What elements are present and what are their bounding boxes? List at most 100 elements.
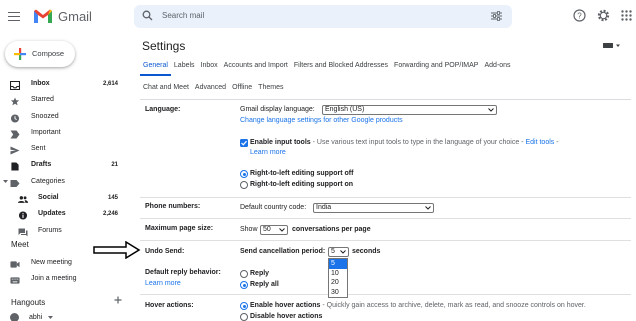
tab-chat-meet[interactable]: Chat and Meet [140, 84, 192, 96]
hover-disable-label: Disable hover actions [250, 313, 323, 320]
sidebar-item-drafts[interactable]: Drafts 21 [0, 158, 124, 174]
tab-labels[interactable]: Labels [171, 62, 198, 76]
sidebar-item-label: Forums [38, 226, 62, 234]
search-input[interactable]: Search mail [162, 11, 204, 20]
language-label: Language: [145, 106, 181, 113]
tab-filters[interactable]: Filters and Blocked Addresses [291, 62, 391, 76]
hover-enable-radio[interactable] [240, 302, 248, 310]
change-language-link[interactable]: Change language settings for other Googl… [240, 117, 403, 124]
search-icon[interactable] [142, 10, 153, 21]
join-meeting-item[interactable]: Join a meeting [0, 272, 124, 288]
tab-forwarding[interactable]: Forwarding and POP/IMAP [391, 62, 481, 76]
meet-heading: Meet [11, 240, 29, 249]
hover-enable-desc: - Quickly gain access to archive, delete… [322, 302, 586, 309]
settings-tabs-row2: Chat and Meet Advanced Offline Themes [140, 84, 286, 96]
cancellation-period-label: Send cancellation period: [240, 248, 326, 255]
sidebar-item-sent[interactable]: Sent [0, 142, 124, 158]
input-tools-learn-more-link[interactable]: Learn more [250, 149, 286, 156]
reply-all-radio[interactable] [240, 281, 248, 289]
display-language-select[interactable]: English (US) [322, 105, 497, 115]
rtl-off-label: Right-to-left editing support off [250, 170, 354, 177]
updates-count: 2,246 [102, 210, 118, 217]
cancellation-period-select[interactable]: 5 [328, 247, 349, 257]
arrow-annotation-icon [93, 241, 141, 259]
important-icon [10, 130, 20, 139]
hangouts-user-row[interactable]: abhi [10, 312, 110, 321]
plus-icon [14, 48, 26, 60]
join-meeting-label: Join a meeting [31, 275, 77, 282]
send-icon [10, 146, 20, 155]
label-icon [10, 179, 20, 187]
rtl-on-radio[interactable] [240, 181, 248, 189]
tab-general[interactable]: General [140, 62, 171, 76]
top-bar: Gmail Search mail ? [0, 0, 636, 34]
main-menu-button[interactable] [8, 9, 20, 23]
tab-addons[interactable]: Add-ons [481, 62, 513, 76]
chevron-down-icon [488, 108, 494, 112]
hover-disable-radio[interactable] [240, 313, 248, 321]
apps-icon[interactable] [621, 10, 632, 21]
sidebar-item-forums[interactable]: Forums [0, 224, 124, 240]
search-bar[interactable]: Search mail [134, 5, 512, 28]
display-language-value: English (US) [325, 106, 365, 113]
page-size-select[interactable]: 50 [260, 225, 288, 235]
divider [140, 218, 631, 219]
reply-radio[interactable] [240, 270, 248, 278]
sidebar-item-important[interactable]: Important [0, 126, 124, 142]
sidebar-item-label: Snoozed [31, 112, 59, 120]
add-hangout-icon[interactable] [114, 296, 122, 304]
input-tools-desc: - Use various text input tools to type i… [312, 139, 524, 146]
tab-inbox[interactable]: Inbox [198, 62, 221, 76]
country-code-select[interactable]: India [313, 203, 434, 213]
clock-icon [10, 114, 20, 123]
chevron-down-icon [340, 250, 346, 254]
sidebar-item-snoozed[interactable]: Snoozed [0, 110, 124, 126]
reply-all-label: Reply all [250, 281, 279, 288]
hangouts-user-name: abhi [29, 314, 43, 321]
reply-learn-more-link[interactable]: Learn more [145, 280, 181, 287]
sidebar-item-label: Social [38, 194, 59, 202]
divider [140, 294, 631, 295]
compose-label: Compose [32, 49, 65, 58]
country-code-value: India [316, 204, 332, 211]
reply-behavior-label: Default reply behavior: [145, 269, 221, 276]
sidebar-item-label: Sent [31, 145, 46, 153]
input-tools-checkbox[interactable] [240, 139, 248, 147]
rtl-off-radio[interactable] [240, 170, 248, 178]
edit-tools-link[interactable]: Edit tools [525, 139, 554, 146]
sidebar-item-inbox[interactable]: Inbox 2,614 [0, 77, 124, 93]
unread-count: 2,614 [102, 80, 118, 87]
undo-send-label: Undo Send: [145, 248, 185, 255]
tab-accounts-import[interactable]: Accounts and Import [221, 62, 291, 76]
sidebar-item-label: Categories [31, 177, 65, 185]
search-options-icon[interactable] [491, 11, 502, 21]
video-camera-icon [10, 261, 20, 268]
option-5[interactable]: 5 [329, 259, 347, 269]
sidebar-item-updates[interactable]: Updates 2,246 [0, 207, 124, 223]
tab-advanced[interactable]: Advanced [192, 84, 229, 96]
settings-tabs-row1: General Labels Inbox Accounts and Import… [140, 62, 514, 76]
avatar [10, 313, 19, 321]
page-size-suffix: conversations per page [292, 226, 371, 233]
option-20[interactable]: 20 [329, 278, 347, 288]
sidebar-item-social[interactable]: Social 145 [0, 191, 124, 207]
sidebar-nav: Inbox 2,614 Starred Snoozed Important Se… [0, 77, 124, 240]
chevron-down-icon [425, 206, 431, 210]
app-name: Gmail [58, 9, 92, 24]
gear-icon[interactable] [597, 9, 610, 22]
caret-down-icon[interactable] [3, 179, 8, 184]
option-30[interactable]: 30 [329, 288, 347, 298]
gmail-logo-icon[interactable] [33, 8, 53, 24]
display-language-label: Gmail display language: [240, 106, 315, 113]
tab-themes[interactable]: Themes [255, 84, 286, 96]
option-10[interactable]: 10 [329, 269, 347, 279]
input-tools-label: Enable input tools [250, 139, 311, 146]
compose-button[interactable]: Compose [5, 41, 75, 67]
keyboard-settings-icon[interactable] [603, 42, 621, 50]
sidebar-item-categories[interactable]: Categories [0, 175, 124, 191]
sidebar-item-starred[interactable]: Starred [0, 93, 124, 109]
help-icon[interactable]: ? [573, 9, 586, 22]
tab-offline[interactable]: Offline [229, 84, 255, 96]
caret-down-icon[interactable] [48, 316, 53, 320]
chevron-down-icon [279, 228, 285, 232]
